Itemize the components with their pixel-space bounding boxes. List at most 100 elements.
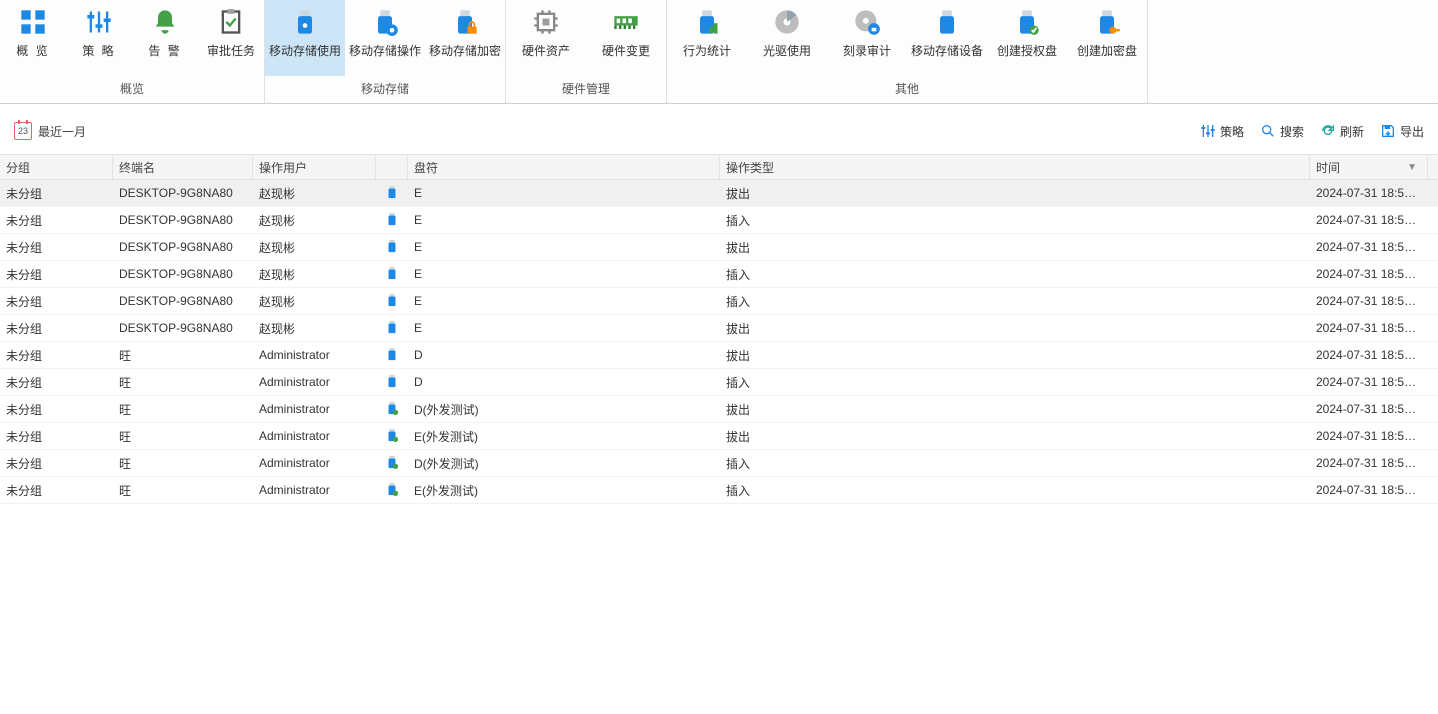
cell-group: 未分组 bbox=[0, 455, 113, 472]
cell-drive-icon bbox=[376, 455, 408, 472]
sort-desc-icon: ▼ bbox=[1407, 162, 1417, 173]
ribbon-approve[interactable]: 审批任务 bbox=[198, 0, 264, 76]
cell-group: 未分组 bbox=[0, 347, 113, 364]
refresh-button[interactable]: 刷新 bbox=[1320, 123, 1364, 140]
usb-key-icon bbox=[1091, 6, 1123, 38]
table-row[interactable]: 未分组 旺 Administrator D(外发测试) 插入 2024-07-3… bbox=[0, 450, 1438, 477]
cell-terminal: 旺 bbox=[113, 347, 253, 364]
cell-group: 未分组 bbox=[0, 401, 113, 418]
cell-user: 赵现彬 bbox=[253, 320, 376, 337]
table-row[interactable]: 未分组 旺 Administrator D(外发测试) 拔出 2024-07-3… bbox=[0, 396, 1438, 423]
ribbon-policy[interactable]: 策 略 bbox=[66, 0, 132, 76]
cell-time: 2024-07-31 18:56:41 bbox=[1310, 186, 1428, 200]
cell-group: 未分组 bbox=[0, 374, 113, 391]
usb-icon bbox=[385, 401, 399, 418]
ribbon-item-label: 移动存储设备 bbox=[911, 42, 983, 59]
usb-icon bbox=[385, 212, 399, 229]
ribbon-usb-encrypt[interactable]: 移动存储加密 bbox=[425, 0, 505, 76]
table-row[interactable]: 未分组 DESKTOP-9G8NA80 赵现彬 E 插入 2024-07-31 … bbox=[0, 261, 1438, 288]
ribbon-hw-change[interactable]: 硬件变更 bbox=[586, 0, 666, 76]
search-button[interactable]: 搜索 bbox=[1260, 123, 1304, 140]
col-drive[interactable]: 盘符 bbox=[408, 155, 720, 179]
cell-group: 未分组 bbox=[0, 266, 113, 283]
cell-time: 2024-07-31 18:56:38 bbox=[1310, 213, 1428, 227]
ribbon-auth-disk[interactable]: 创建授权盘 bbox=[987, 0, 1067, 76]
cell-group: 未分组 bbox=[0, 212, 113, 229]
ribbon-item-label: 移动存储使用 bbox=[269, 42, 341, 59]
cell-time: 2024-07-31 18:54:00 bbox=[1310, 483, 1428, 497]
table-row[interactable]: 未分组 旺 Administrator D 插入 2024-07-31 18:5… bbox=[0, 369, 1438, 396]
usb-icon bbox=[385, 482, 399, 499]
cell-time: 2024-07-31 18:56:36 bbox=[1310, 240, 1428, 254]
table-row[interactable]: 未分组 旺 Administrator D 拔出 2024-07-31 18:5… bbox=[0, 342, 1438, 369]
ribbon-group: 概 览 策 略 告 警 审批任务概览 bbox=[0, 0, 265, 103]
col-terminal[interactable]: 终端名 bbox=[113, 155, 253, 179]
ribbon-item-label: 移动存储加密 bbox=[429, 42, 501, 59]
date-range-picker[interactable]: 23 最近一月 bbox=[14, 122, 86, 140]
table-row[interactable]: 未分组 旺 Administrator E(外发测试) 拔出 2024-07-3… bbox=[0, 423, 1438, 450]
cell-drive-icon bbox=[376, 320, 408, 337]
usb-icon bbox=[289, 6, 321, 38]
ribbon-usb-operate[interactable]: 移动存储操作 bbox=[345, 0, 425, 76]
ribbon-usb-use[interactable]: 移动存储使用 bbox=[265, 0, 345, 76]
usb-icon bbox=[385, 239, 399, 256]
cell-user: Administrator bbox=[253, 483, 376, 497]
ribbon-item-label: 移动存储操作 bbox=[349, 42, 421, 59]
ribbon-cd-use[interactable]: 光驱使用 bbox=[747, 0, 827, 76]
ribbon-item-label: 行为统计 bbox=[683, 42, 731, 59]
ribbon-item-label: 创建加密盘 bbox=[1077, 42, 1137, 59]
cell-user: Administrator bbox=[253, 402, 376, 416]
cell-user: 赵现彬 bbox=[253, 212, 376, 229]
cell-terminal: DESKTOP-9G8NA80 bbox=[113, 294, 253, 308]
table-row[interactable]: 未分组 DESKTOP-9G8NA80 赵现彬 E 拔出 2024-07-31 … bbox=[0, 180, 1438, 207]
cell-terminal: 旺 bbox=[113, 374, 253, 391]
search-icon bbox=[1260, 123, 1276, 139]
table-row[interactable]: 未分组 DESKTOP-9G8NA80 赵现彬 E 拔出 2024-07-31 … bbox=[0, 315, 1438, 342]
disc-icon bbox=[771, 6, 803, 38]
ribbon-item-label: 光驱使用 bbox=[763, 42, 811, 59]
cell-drive: E bbox=[408, 294, 720, 308]
ribbon-item-label: 告 警 bbox=[148, 42, 181, 59]
table-row[interactable]: 未分组 旺 Administrator E(外发测试) 插入 2024-07-3… bbox=[0, 477, 1438, 504]
col-time[interactable]: 时间 ▼ bbox=[1310, 155, 1428, 179]
cell-group: 未分组 bbox=[0, 482, 113, 499]
ribbon-item-label: 审批任务 bbox=[207, 42, 255, 59]
col-drive-icon[interactable] bbox=[376, 155, 408, 179]
ribbon-item-label: 硬件变更 bbox=[602, 42, 650, 59]
ribbon-item-label: 创建授权盘 bbox=[997, 42, 1057, 59]
ribbon-group-label: 硬件管理 bbox=[506, 76, 666, 103]
tool-label: 搜索 bbox=[1280, 123, 1304, 140]
cell-time: 2024-07-31 18:56:28 bbox=[1310, 294, 1428, 308]
cell-terminal: 旺 bbox=[113, 482, 253, 499]
ribbon-alarm[interactable]: 告 警 bbox=[132, 0, 198, 76]
tool-label: 刷新 bbox=[1340, 123, 1364, 140]
tool-label: 策略 bbox=[1220, 123, 1244, 140]
ribbon-item-label: 硬件资产 bbox=[522, 42, 570, 59]
table-row[interactable]: 未分组 DESKTOP-9G8NA80 赵现彬 E 插入 2024-07-31 … bbox=[0, 207, 1438, 234]
ribbon-behavior[interactable]: 行为统计 bbox=[667, 0, 747, 76]
table-row[interactable]: 未分组 DESKTOP-9G8NA80 赵现彬 E 拔出 2024-07-31 … bbox=[0, 234, 1438, 261]
cell-drive: E bbox=[408, 213, 720, 227]
cell-time: 2024-07-31 18:54:12 bbox=[1310, 348, 1428, 362]
cell-op: 插入 bbox=[720, 212, 1310, 229]
cell-drive-icon bbox=[376, 212, 408, 229]
ribbon-enc-disk[interactable]: 创建加密盘 bbox=[1067, 0, 1147, 76]
cell-terminal: 旺 bbox=[113, 455, 253, 472]
policy-button[interactable]: 策略 bbox=[1200, 123, 1244, 140]
ribbon-item-label: 概 览 bbox=[16, 42, 49, 59]
ribbon-group-label: 概览 bbox=[0, 76, 264, 103]
cell-group: 未分组 bbox=[0, 428, 113, 445]
cell-time: 2024-07-31 18:54:10 bbox=[1310, 375, 1428, 389]
table-row[interactable]: 未分组 DESKTOP-9G8NA80 赵现彬 E 插入 2024-07-31 … bbox=[0, 288, 1438, 315]
ribbon-burn-audit[interactable]: 刻录审计 bbox=[827, 0, 907, 76]
ribbon-overview[interactable]: 概 览 bbox=[0, 0, 66, 76]
col-group[interactable]: 分组 bbox=[0, 155, 113, 179]
col-op-type[interactable]: 操作类型 bbox=[720, 155, 1310, 179]
ribbon-group: 硬件资产 硬件变更硬件管理 bbox=[506, 0, 667, 103]
ribbon-hw-asset[interactable]: 硬件资产 bbox=[506, 0, 586, 76]
usb-lock-icon bbox=[449, 6, 481, 38]
col-user[interactable]: 操作用户 bbox=[253, 155, 376, 179]
export-button[interactable]: 导出 bbox=[1380, 123, 1424, 140]
ribbon-usb-device[interactable]: 移动存储设备 bbox=[907, 0, 987, 76]
cell-drive-icon bbox=[376, 374, 408, 391]
